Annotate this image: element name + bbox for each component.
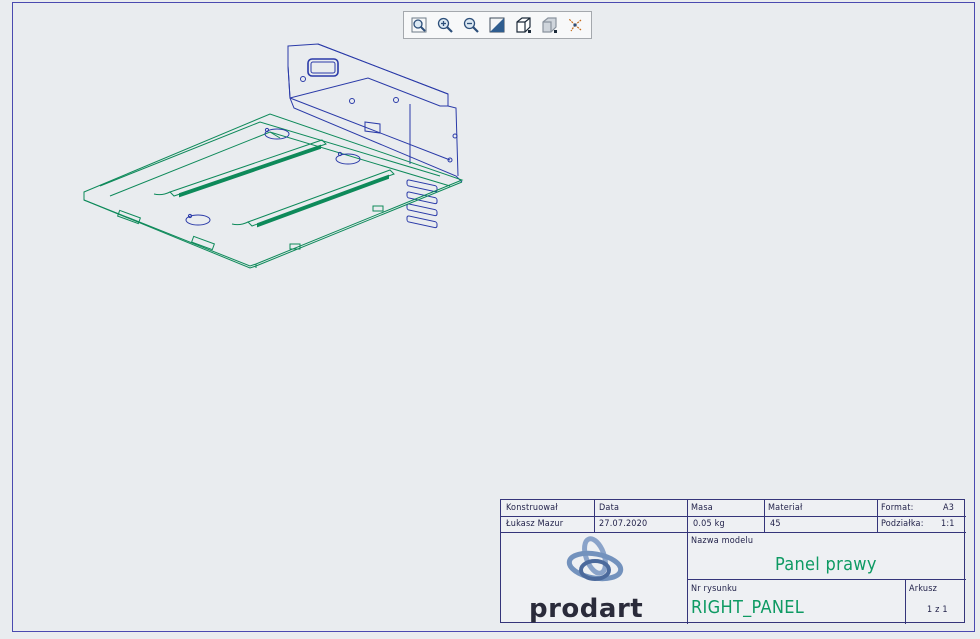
shading-icon[interactable] xyxy=(486,15,507,36)
designer-value: Łukasz Mazur xyxy=(506,519,564,529)
sheet-label: Arkusz xyxy=(909,584,938,594)
scale-value: 1:1 xyxy=(941,519,955,529)
model-name-value: Panel prawy xyxy=(775,554,877,575)
designer-label: Konstruował xyxy=(506,503,558,513)
render-mode-icon[interactable] xyxy=(538,15,559,36)
date-label: Data xyxy=(599,503,620,513)
zoom-out-icon[interactable] xyxy=(460,15,481,36)
format-value: A3 xyxy=(943,503,955,513)
material-label: Materiał xyxy=(768,503,803,513)
model-drawing[interactable] xyxy=(70,36,480,276)
mass-label: Masa xyxy=(691,503,713,513)
model-name-label: Nazwa modelu xyxy=(691,536,754,546)
view-toolbar xyxy=(403,11,592,39)
scale-label: Podziałka: xyxy=(881,519,924,529)
explode-icon[interactable] xyxy=(564,15,585,36)
prodart-logo-icon xyxy=(566,536,624,582)
zoom-fit-icon[interactable] xyxy=(408,15,429,36)
mass-value: 0.05 kg xyxy=(693,519,725,529)
zoom-in-icon[interactable] xyxy=(434,15,455,36)
sheet-value: 1 z 1 xyxy=(927,605,948,615)
material-value: 45 xyxy=(770,519,781,529)
drawing-no-value: RIGHT_PANEL xyxy=(691,597,805,618)
view-cube-icon[interactable] xyxy=(512,15,533,36)
title-block: Konstruował Data Masa Materiał Format: A… xyxy=(500,499,966,624)
format-label: Format: xyxy=(881,503,914,513)
drawing-no-label: Nr rysunku xyxy=(691,584,738,594)
prodart-logo-text: prodart xyxy=(529,594,644,624)
date-value: 27.07.2020 xyxy=(599,519,648,529)
